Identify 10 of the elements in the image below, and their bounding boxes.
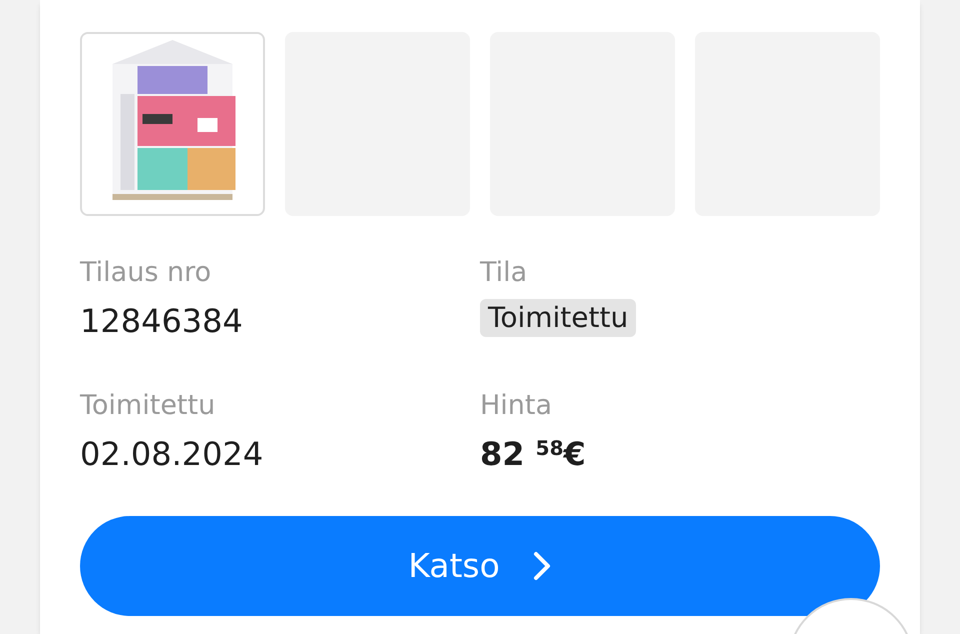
field-label: Toimitettu — [80, 389, 216, 423]
order-number: 12846384 — [80, 301, 244, 342]
field-label: Tila — [480, 256, 528, 290]
field-value: 02.08.2024 — [80, 434, 264, 475]
field-label: Tilaus nro — [80, 256, 212, 290]
status-badge: Toimitettu — [480, 299, 636, 337]
view-button[interactable]: Katso — [80, 516, 880, 616]
field-label: Hinta — [480, 389, 554, 423]
price-value: 82 $^{58}$€ — [480, 434, 587, 475]
chevron-right-icon — [532, 550, 552, 582]
